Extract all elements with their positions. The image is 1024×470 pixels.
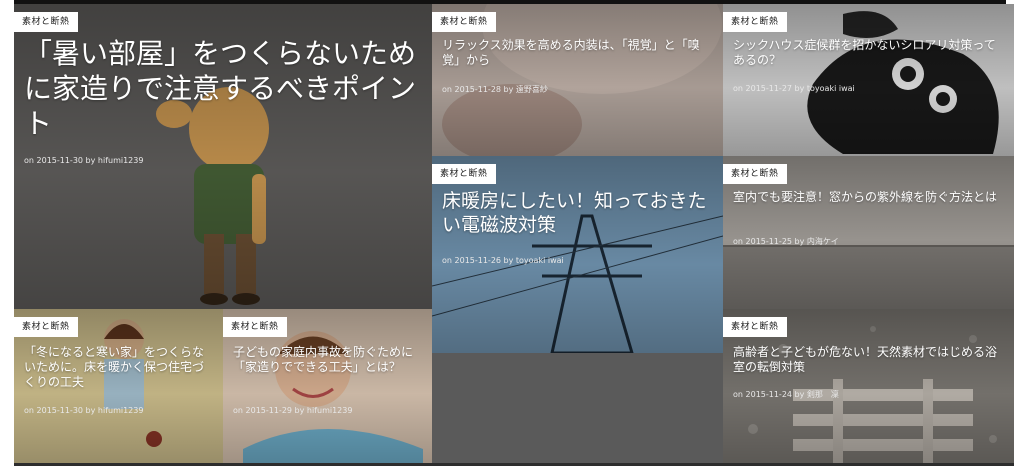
post-tile-4[interactable]: 素材と断熱 床暖房にしたい！知っておきたい電磁波対策 on 2015-11-26…	[432, 156, 723, 353]
post-meta: on 2015-11-28 by 遠野喜紗	[442, 85, 548, 94]
post-4-overlay	[432, 156, 723, 353]
post-title[interactable]: シックハウス症候群を招かないシロアリ対策ってあるの？	[733, 38, 1000, 68]
post-meta: on 2015-11-29 by hifumi1239	[233, 406, 353, 415]
post-title[interactable]: 「冬になると寒い家」をつくらないために。床を暖かく保つ住宅づくりの工夫	[24, 345, 209, 390]
empty-tile	[432, 353, 723, 463]
post-tile-2[interactable]: 素材と断熱 リラックス効果を高める内装は、「視覚」と「嗅覚」から on 2015…	[432, 4, 723, 156]
category-tag[interactable]: 素材と断熱	[723, 164, 787, 184]
category-tag[interactable]: 素材と断熱	[14, 12, 78, 32]
post-meta: on 2015-11-25 by 内海ケイ	[733, 237, 839, 246]
post-meta: on 2015-11-30 by hifumi1239	[24, 406, 144, 415]
post-tile-1[interactable]: 素材と断熱 「暑い部屋」をつくらないために家造りで注意するべきポイント on 2…	[14, 4, 432, 309]
category-tag[interactable]: 素材と断熱	[223, 317, 287, 337]
post-title[interactable]: 高齢者と子どもが危ない！天然素材ではじめる浴室の転倒対策	[733, 345, 1000, 375]
category-tag[interactable]: 素材と断熱	[723, 317, 787, 337]
post-title[interactable]: リラックス効果を高める内装は、「視覚」と「嗅覚」から	[442, 38, 709, 68]
post-title[interactable]: 室内でも要注意！窓からの紫外線を防ぐ方法とは	[733, 190, 1000, 205]
post-title[interactable]: 子どもの家庭内事故を防ぐために「家造りでできる工夫」とは？	[233, 345, 418, 375]
category-tag[interactable]: 素材と断熱	[14, 317, 78, 337]
post-title[interactable]: 床暖房にしたい！知っておきたい電磁波対策	[442, 190, 709, 238]
post-tile-7[interactable]: 素材と断熱 子どもの家庭内事故を防ぐために「家造りでできる工夫」とは？ on 2…	[223, 309, 432, 463]
post-meta: on 2015-11-27 by toyoaki iwai	[733, 84, 855, 93]
post-tile-5[interactable]: 素材と断熱 室内でも要注意！窓からの紫外線を防ぐ方法とは on 2015-11-…	[723, 156, 1014, 309]
post-meta: on 2015-11-24 by 剣那 凜	[733, 390, 839, 399]
post-meta: on 2015-11-30 by hifumi1239	[24, 156, 144, 165]
post-tile-8[interactable]: 素材と断熱 高齢者と子どもが危ない！天然素材ではじめる浴室の転倒対策 on 20…	[723, 309, 1014, 463]
bottom-divider	[14, 463, 1014, 466]
category-tag[interactable]: 素材と断熱	[432, 12, 496, 32]
post-meta: on 2015-11-26 by toyoaki iwai	[442, 256, 564, 265]
post-tile-6[interactable]: 素材と断熱 「冬になると寒い家」をつくらないために。床を暖かく保つ住宅づくりの工…	[14, 309, 223, 463]
category-tag[interactable]: 素材と断熱	[432, 164, 496, 184]
post-tile-3[interactable]: 素材と断熱 シックハウス症候群を招かないシロアリ対策ってあるの？ on 2015…	[723, 4, 1014, 156]
category-tag[interactable]: 素材と断熱	[723, 12, 787, 32]
post-title[interactable]: 「暑い部屋」をつくらないために家造りで注意するべきポイント	[24, 36, 418, 141]
